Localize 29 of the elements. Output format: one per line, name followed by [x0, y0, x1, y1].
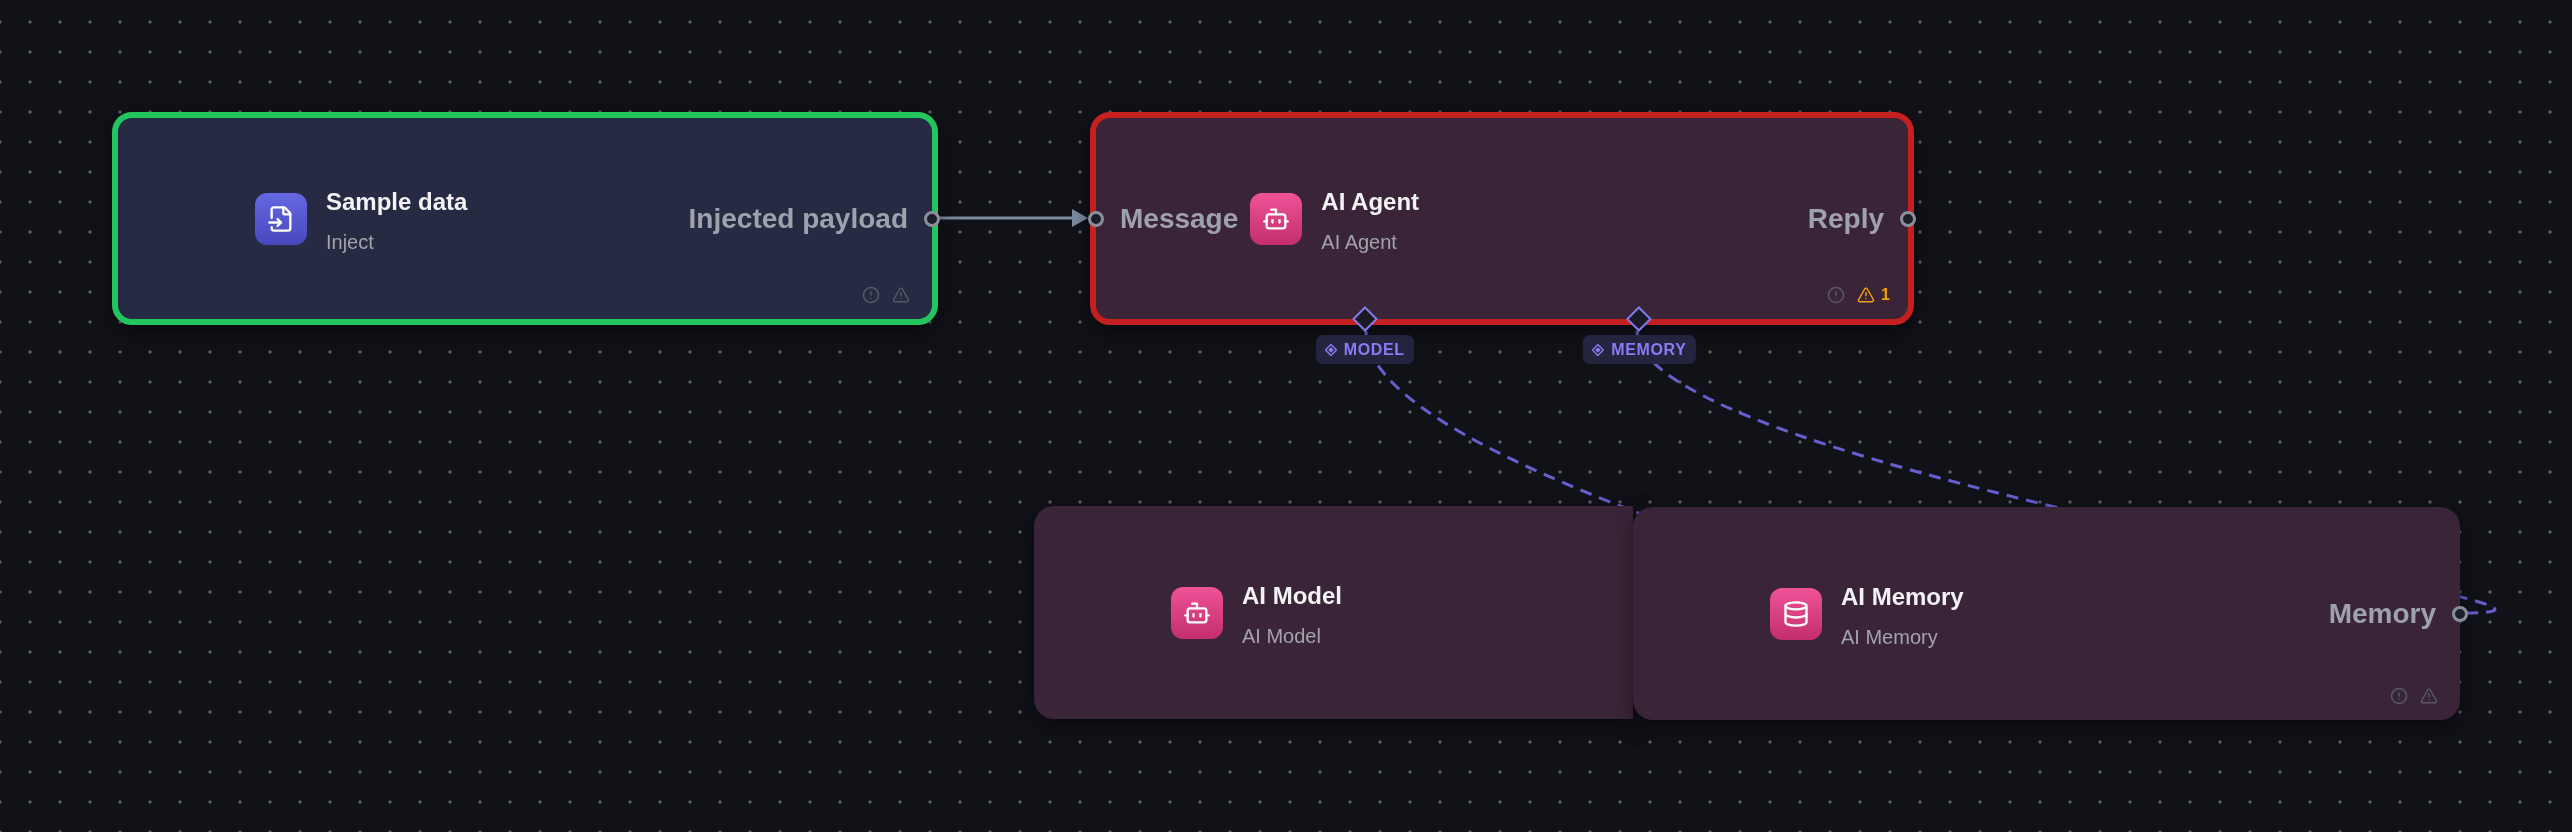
warning-icon	[892, 286, 910, 304]
output-port-label: Injected payload	[688, 201, 908, 236]
port-badge-label: MODEL	[1343, 339, 1405, 360]
node-card[interactable]: Message AI Agent AI Agent Reply 1	[1090, 112, 1914, 325]
node-card[interactable]: AI Model AI Model	[1034, 506, 1633, 719]
diamond-port-handle[interactable]	[1626, 306, 1653, 332]
node-subtitle: AI Memory	[1841, 625, 1939, 650]
warning-icon	[2420, 687, 2438, 705]
node-title: AI Model	[1242, 581, 1342, 611]
node-subtitle: AI Agent	[1321, 230, 1398, 255]
output-port-label: Reply	[1807, 201, 1884, 236]
node-title: AI Memory	[1841, 582, 1964, 612]
diamond-icon	[1592, 343, 1605, 356]
node-title: Sample data	[326, 187, 468, 217]
database-icon	[1770, 587, 1822, 640]
node-title: AI Agent	[1321, 187, 1420, 217]
diamond-icon	[1324, 343, 1337, 356]
robot-icon	[1171, 586, 1223, 639]
node-card[interactable]: AI Memory AI Memory Memory	[1633, 507, 2460, 720]
output-port-label: Memory	[2328, 596, 2436, 631]
port-badge-label: MEMORY	[1611, 339, 1687, 360]
diamond-port-handle[interactable]	[1351, 306, 1378, 332]
node-subtitle: AI Model	[1242, 624, 1322, 649]
warning-count: 1	[1881, 286, 1890, 304]
robot-icon	[1250, 192, 1303, 245]
input-port-label: Message	[1120, 201, 1239, 236]
warning-icon	[1857, 286, 1876, 304]
node-card[interactable]: Sample data Inject Injected payload	[112, 112, 938, 325]
node-subtitle: Inject	[326, 230, 375, 255]
